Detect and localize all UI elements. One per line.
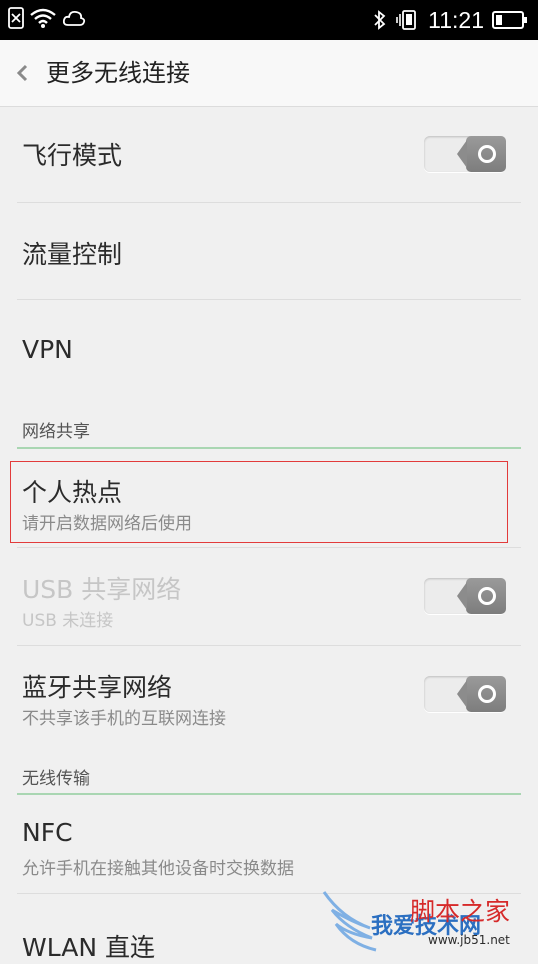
wlan-direct-label: WLAN 直连 bbox=[22, 933, 155, 962]
annotation-highlight-box bbox=[10, 461, 508, 543]
site-watermark: 我爱技术网 脚本之家 www.jb51.net bbox=[322, 888, 532, 958]
airplane-mode-label: 飞行模式 bbox=[22, 141, 123, 170]
action-bar: 更多无线连接 bbox=[0, 40, 538, 107]
nfc-summary: 允许手机在接触其他设备时交换数据 bbox=[22, 859, 294, 879]
bluetooth-icon bbox=[374, 10, 386, 30]
clock: 11:21 bbox=[428, 7, 484, 33]
section-header-wireless-transfer: 无线传输 bbox=[22, 769, 90, 789]
status-bar: 11:21 bbox=[0, 0, 538, 40]
data-control-label: 流量控制 bbox=[22, 240, 123, 269]
section-divider bbox=[17, 793, 521, 795]
usb-tether-toggle bbox=[424, 578, 506, 614]
toggle-knob bbox=[457, 136, 506, 172]
bluetooth-tether-summary: 不共享该手机的互联网连接 bbox=[22, 709, 226, 729]
usb-tether-summary: USB 未连接 bbox=[22, 611, 114, 631]
vpn-row[interactable]: VPN bbox=[0, 300, 538, 396]
airplane-mode-toggle[interactable] bbox=[424, 136, 506, 172]
watermark-url: www.jb51.net bbox=[428, 933, 510, 947]
nfc-row[interactable]: NFC 允许手机在接触其他设备时交换数据 bbox=[0, 796, 538, 892]
section-divider bbox=[17, 447, 521, 449]
toggle-knob bbox=[457, 578, 506, 614]
back-arrow-icon[interactable] bbox=[14, 62, 30, 84]
airplane-mode-row[interactable]: 飞行模式 bbox=[0, 106, 538, 202]
wifi-icon bbox=[30, 8, 56, 28]
page-title: 更多无线连接 bbox=[46, 59, 190, 87]
vibrate-icon bbox=[396, 10, 417, 30]
bluetooth-tether-row[interactable]: 蓝牙共享网络 不共享该手机的互联网连接 bbox=[0, 646, 538, 743]
bluetooth-tether-label: 蓝牙共享网络 bbox=[22, 673, 173, 702]
battery-icon bbox=[492, 11, 527, 29]
usb-tether-label: USB 共享网络 bbox=[22, 575, 182, 604]
nfc-label: NFC bbox=[22, 818, 73, 847]
data-control-row[interactable]: 流量控制 bbox=[0, 203, 538, 299]
vpn-label: VPN bbox=[22, 335, 73, 364]
usb-tether-row: USB 共享网络 USB 未连接 bbox=[0, 548, 538, 645]
watermark-brand: 脚本之家 bbox=[410, 897, 511, 926]
sim-x-icon bbox=[8, 7, 24, 29]
cloud-icon bbox=[62, 10, 86, 26]
section-header-network-share: 网络共享 bbox=[22, 422, 90, 442]
bluetooth-tether-toggle[interactable] bbox=[424, 676, 506, 712]
toggle-knob bbox=[457, 676, 506, 712]
